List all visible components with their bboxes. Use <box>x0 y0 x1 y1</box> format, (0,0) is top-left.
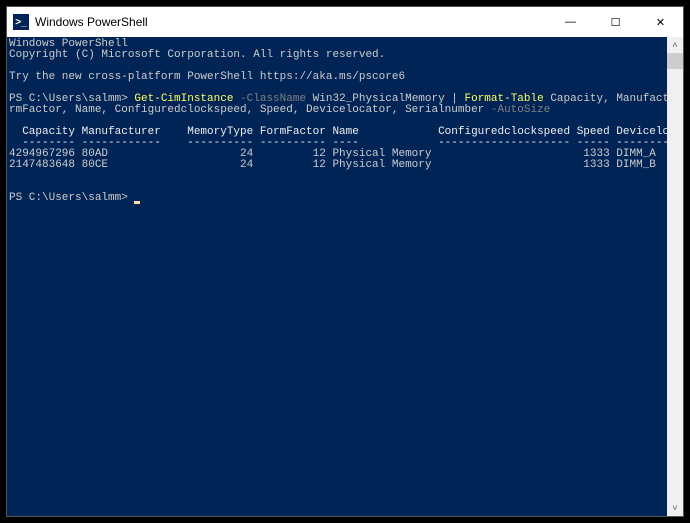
console-output[interactable]: Windows PowerShell Copyright (C) Microso… <box>7 37 667 516</box>
powershell-window: >_ Windows PowerShell — ☐ ✕ Windows Powe… <box>6 6 684 517</box>
window-controls: — ☐ ✕ <box>548 7 683 37</box>
arg-columns-2: rmFactor, Name, Configuredclockspeed, Sp… <box>9 104 484 116</box>
scroll-down-arrow-icon[interactable]: ˅ <box>667 500 683 516</box>
console-container: Windows PowerShell Copyright (C) Microso… <box>7 37 683 516</box>
param-autosize: -AutoSize <box>484 104 550 116</box>
titlebar[interactable]: >_ Windows PowerShell — ☐ ✕ <box>7 7 683 37</box>
prompt-current: PS C:\Users\salmm> <box>9 192 134 204</box>
scroll-track[interactable] <box>667 53 683 500</box>
scroll-up-arrow-icon[interactable]: ˄ <box>667 37 683 53</box>
scroll-thumb[interactable] <box>667 53 683 69</box>
maximize-button[interactable]: ☐ <box>593 7 638 37</box>
copyright-line: Copyright (C) Microsoft Corporation. All… <box>9 49 385 61</box>
table-row: 2147483648 80CE 24 12 Physical Memory 13… <box>9 159 667 171</box>
powershell-icon: >_ <box>13 14 29 30</box>
cursor <box>134 201 140 204</box>
window-title: Windows PowerShell <box>35 15 548 29</box>
try-line: Try the new cross-platform PowerShell ht… <box>9 71 405 83</box>
arg-columns-1: Capacity, Manufacturer, MemoryType, Fo <box>544 93 667 105</box>
vertical-scrollbar[interactable]: ˄ ˅ <box>667 37 683 516</box>
close-button[interactable]: ✕ <box>638 7 683 37</box>
minimize-button[interactable]: — <box>548 7 593 37</box>
